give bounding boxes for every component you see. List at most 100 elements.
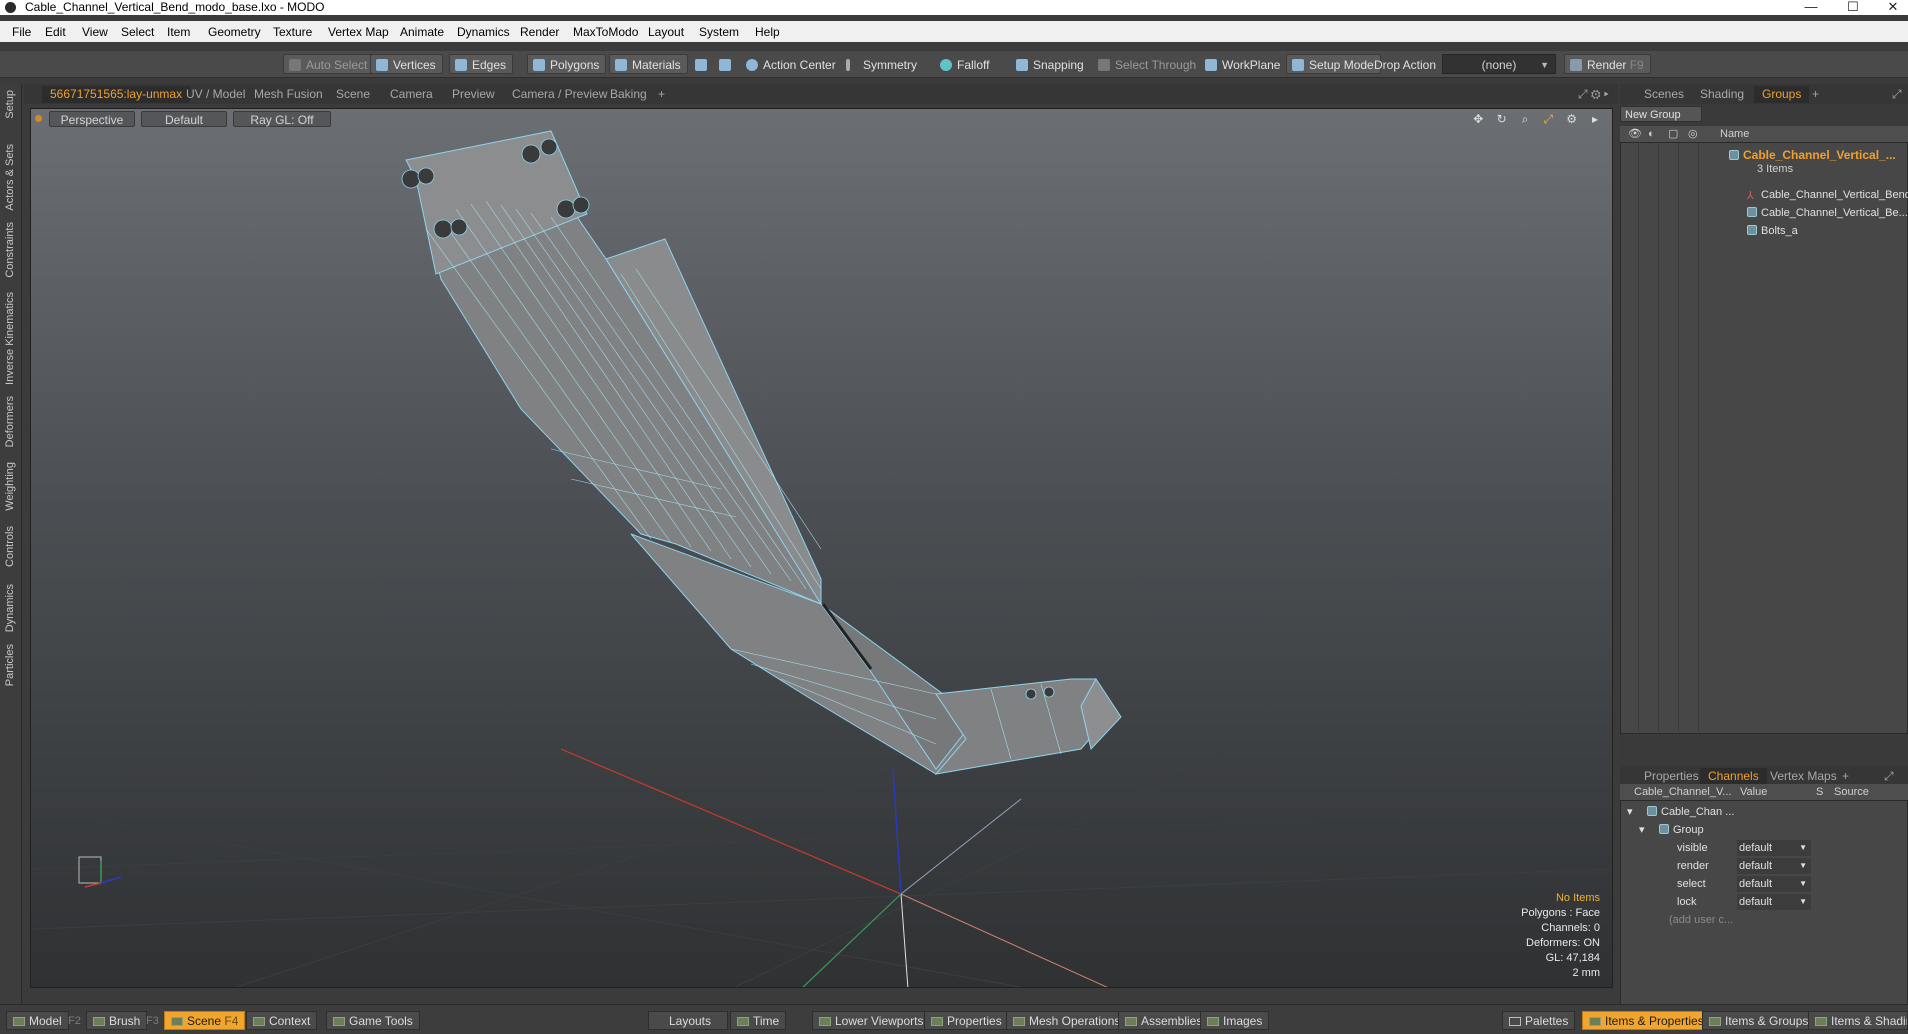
tab-properties[interactable]: Properties [1636, 768, 1707, 785]
menu-edit[interactable]: Edit [45, 25, 66, 39]
menu-maxtomodo[interactable]: MaxToModo [573, 25, 638, 39]
rotate-view-icon[interactable]: ↻ [1495, 112, 1509, 126]
auto-select-button[interactable]: Auto Select [283, 54, 375, 74]
images-button[interactable]: Images [1200, 1011, 1270, 1030]
setup-mode-button[interactable]: Setup Mode [1286, 54, 1381, 74]
vtab-inverse-kinematics[interactable]: Inverse Kinematics [4, 292, 18, 385]
vtab-controls[interactable]: Controls [4, 526, 18, 567]
render-column-icon[interactable]: ◐ [1648, 126, 1655, 142]
vertices-button[interactable]: Vertices [370, 54, 443, 74]
mesh-operations-button[interactable]: Mesh Operations [1006, 1011, 1128, 1030]
time-button[interactable]: Time [730, 1011, 787, 1030]
context-layout-button[interactable]: Context [246, 1011, 318, 1030]
menu-view[interactable]: View [82, 25, 108, 39]
vtab-setup[interactable]: Setup [4, 90, 18, 119]
assemblies-button[interactable]: Assemblies [1118, 1011, 1210, 1030]
view-type-dropdown[interactable]: Perspective [49, 111, 135, 127]
select-mode-a-icon[interactable] [690, 54, 712, 74]
polygons-button[interactable]: Polygons [527, 54, 607, 74]
layouts-button[interactable]: Layouts [648, 1011, 728, 1030]
lower-viewports-button[interactable]: Lower Viewports [812, 1011, 931, 1030]
brush-layout-button[interactable]: Brush [86, 1011, 148, 1030]
menu-select[interactable]: Select [121, 25, 154, 39]
items-shading-button[interactable]: Items & Shading [1808, 1011, 1908, 1030]
menu-dynamics[interactable]: Dynamics [457, 25, 510, 39]
menu-system[interactable]: System [699, 25, 739, 39]
viewport-settings-icon[interactable]: ⚙ [1565, 112, 1579, 126]
channel-row-render[interactable]: render default ▼ [1621, 857, 1908, 875]
select-through-button[interactable]: Select Through [1092, 54, 1203, 74]
tab-channels[interactable]: Channels [1700, 768, 1767, 785]
action-center-button[interactable]: Action Center [740, 54, 843, 74]
fit-view-icon[interactable]: ⤢ [1541, 112, 1555, 126]
tab-groups[interactable]: Groups [1754, 86, 1810, 103]
items-groups-button[interactable]: Items & Groups [1702, 1011, 1816, 1030]
3d-viewport[interactable]: Perspective Default Ray GL: Off ✥ ↻ ⌕ ⤢ … [30, 108, 1613, 988]
vtab-weighting[interactable]: Weighting [4, 462, 18, 511]
menu-vertex-map[interactable]: Vertex Map [328, 25, 389, 39]
menu-animate[interactable]: Animate [400, 25, 444, 39]
menu-render[interactable]: Render [520, 25, 559, 39]
channel-value-dropdown[interactable]: default ▼ [1737, 840, 1811, 856]
tab-scenes[interactable]: Scenes [1636, 86, 1692, 103]
tab-mesh-fusion[interactable]: Mesh Fusion [246, 86, 331, 103]
workplane-button[interactable]: WorkPlane [1199, 54, 1287, 74]
tab-camera[interactable]: Camera [382, 86, 441, 103]
channel-value-dropdown[interactable]: default ▼ [1737, 876, 1811, 892]
menu-texture[interactable]: Texture [273, 25, 312, 39]
tab-scene[interactable]: Scene [328, 86, 378, 103]
add-user-channel-row[interactable]: (add user c... [1621, 911, 1908, 929]
tab-preview[interactable]: Preview [444, 86, 503, 103]
edges-button[interactable]: Edges [449, 54, 514, 74]
vtab-dynamics[interactable]: Dynamics [4, 584, 18, 632]
render-button[interactable]: Render F9 [1564, 54, 1651, 74]
channel-row-visible[interactable]: visible default ▼ [1621, 839, 1908, 857]
properties-button[interactable]: Properties [924, 1011, 1009, 1030]
channel-group-row[interactable]: ▾ Group [1621, 821, 1908, 839]
menu-file[interactable]: File [12, 25, 31, 39]
vtab-actors-sets[interactable]: Actors & Sets [4, 144, 18, 211]
items-properties-button[interactable]: Items & Properties [1582, 1011, 1711, 1030]
select-mode-b-icon[interactable] [714, 54, 736, 74]
add-channel-tab-button[interactable]: + [1834, 768, 1857, 785]
panel-expand-icon[interactable]: ⤢ [1884, 86, 1908, 103]
vtab-deformers[interactable]: Deformers [4, 396, 18, 447]
game-tools-layout-button[interactable]: Game Tools [326, 1011, 420, 1030]
drop-action-dropdown[interactable]: (none) ▼ [1442, 54, 1556, 74]
add-scene-tab-button[interactable]: + [1804, 86, 1827, 103]
new-group-button[interactable]: New Group [1620, 106, 1702, 122]
channel-row-select[interactable]: select default ▼ [1621, 875, 1908, 893]
tab-lay-unmax[interactable]: 56671751565:lay-unmax [42, 86, 191, 103]
close-icon[interactable]: ✕ [1878, 0, 1908, 15]
menu-geometry[interactable]: Geometry [208, 25, 261, 39]
tab-vertex-maps[interactable]: Vertex Maps [1762, 768, 1845, 785]
maximize-icon[interactable]: ☐ [1838, 0, 1868, 15]
vtab-particles[interactable]: Particles [4, 644, 18, 686]
list-item[interactable]: Cable_Channel_Vertical_Be... [1747, 205, 1908, 222]
viewport-menu-icon[interactable] [35, 115, 42, 122]
tab-shading[interactable]: Shading [1692, 86, 1752, 103]
list-item[interactable]: ⅄ Cable_Channel_Vertical_Bend [1747, 187, 1908, 204]
viewport-expand-icon[interactable]: ⤢ ⚙ ▸ [1570, 86, 1617, 103]
list-item[interactable]: Bolts_a [1747, 223, 1798, 240]
shading-dropdown[interactable]: Default [141, 111, 227, 127]
group-row[interactable]: Cable_Channel_Vertical_... [1729, 147, 1896, 164]
menu-layout[interactable]: Layout [648, 25, 684, 39]
materials-button[interactable]: Materials [609, 54, 688, 74]
tab-baking[interactable]: Baking [602, 86, 655, 103]
raygl-toggle[interactable]: Ray GL: Off [233, 111, 331, 127]
tab-camera-preview[interactable]: Camera / Preview [504, 86, 615, 103]
palettes-button[interactable]: Palettes [1502, 1011, 1576, 1030]
channels-expand-icon[interactable]: ⤢ [1876, 768, 1902, 785]
model-layout-button[interactable]: Model [6, 1011, 69, 1030]
minimize-icon[interactable]: — [1796, 0, 1826, 15]
vtab-constraints[interactable]: Constraints [4, 222, 18, 278]
symmetry-button[interactable]: Symmetry [840, 54, 924, 74]
menu-help[interactable]: Help [755, 25, 780, 39]
channel-value-dropdown[interactable]: default ▼ [1737, 894, 1811, 910]
lock-column-icon[interactable]: ▢ [1668, 126, 1678, 142]
zoom-view-icon[interactable]: ⌕ [1518, 112, 1532, 126]
menu-item[interactable]: Item [167, 25, 190, 39]
snapping-button[interactable]: Snapping [1010, 54, 1091, 74]
channel-value-dropdown[interactable]: default ▼ [1737, 858, 1811, 874]
